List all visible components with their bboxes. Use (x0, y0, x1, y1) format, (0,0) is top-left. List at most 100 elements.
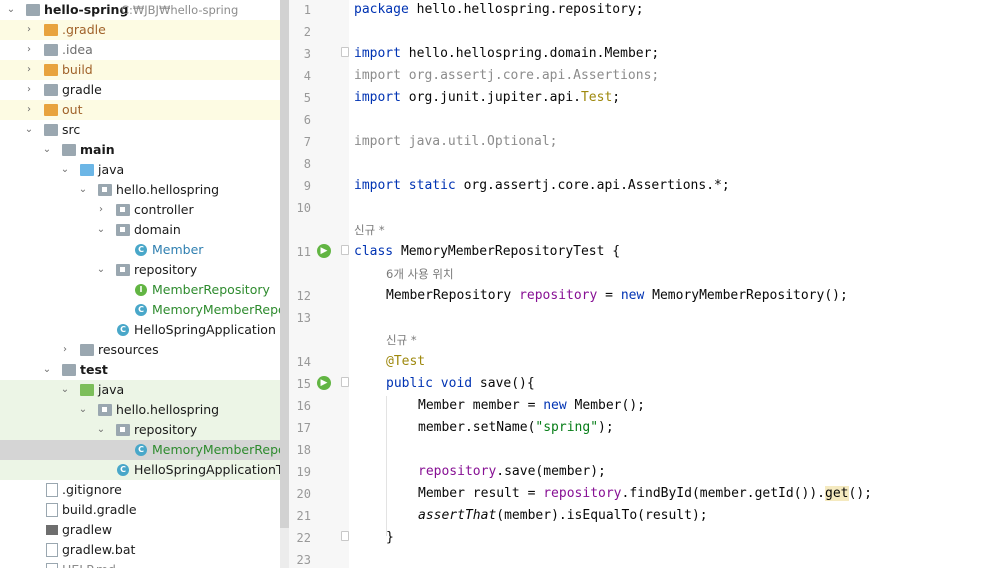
tree-item-main-java[interactable]: ⌄ java (0, 160, 280, 180)
tree-item-memory-member-repository-test[interactable]: C MemoryMemberReposito (0, 440, 280, 460)
code-line-14: @Test (386, 354, 426, 369)
tree-item-src[interactable]: ⌄ src (0, 120, 280, 140)
tree-item-package-test[interactable]: ⌄ hello.hellospring (0, 400, 280, 420)
chevron-down-icon[interactable]: ⌄ (60, 160, 70, 180)
tree-item-gradlew[interactable]: gradlew (0, 520, 280, 540)
chevron-right-icon[interactable]: › (24, 40, 34, 60)
chevron-right-icon[interactable]: › (96, 200, 106, 220)
chevron-down-icon[interactable]: ⌄ (42, 360, 52, 380)
tree-item-label: MemberRepository (152, 282, 270, 297)
line-number: 6 (303, 113, 311, 127)
tree-item-domain[interactable]: ⌄ domain (0, 220, 280, 240)
tree-item-gradle[interactable]: › gradle (0, 80, 280, 100)
run-test-icon[interactable]: ▶ (317, 244, 331, 258)
chevron-down-icon[interactable]: ⌄ (96, 420, 106, 440)
tree-item-test-java[interactable]: ⌄ java (0, 380, 280, 400)
folder-icon (62, 364, 76, 376)
chevron-down-icon[interactable]: ⌄ (60, 380, 70, 400)
tree-item-gradle-dir[interactable]: › .gradle (0, 20, 280, 40)
chevron-down-icon[interactable]: ⌄ (78, 400, 88, 420)
tree-item-build-gradle[interactable]: build.gradle (0, 500, 280, 520)
chevron-right-icon[interactable]: › (60, 340, 70, 360)
code-line-4: import org.assertj.core.api.Assertions; (354, 68, 660, 83)
chevron-down-icon[interactable]: ⌄ (24, 120, 34, 140)
author-inlay-hint[interactable]: 신규 * (354, 219, 385, 241)
fold-marker-icon[interactable] (341, 377, 349, 387)
tree-item-idea[interactable]: › .idea (0, 40, 280, 60)
fold-marker-icon[interactable] (341, 47, 349, 57)
line-number: 21 (296, 509, 311, 523)
tree-item-label: HELP.md (62, 560, 116, 568)
tree-item-help-md[interactable]: HELP.md (0, 560, 280, 568)
chevron-right-icon[interactable]: › (24, 60, 34, 80)
tree-item-member[interactable]: C Member (0, 240, 280, 260)
code-line-12: MemberRepository repository = new Memory… (386, 288, 848, 303)
class-icon: C (135, 244, 147, 256)
tree-item-hello-spring-application-tests[interactable]: C HelloSpringApplicationTests (0, 460, 280, 480)
chevron-right-icon[interactable]: › (24, 100, 34, 120)
line-number: 10 (296, 201, 311, 215)
line-number: 17 (296, 421, 311, 435)
tree-item-memory-member-repository[interactable]: C MemoryMemberReposito (0, 300, 280, 320)
chevron-right-icon[interactable]: › (24, 80, 34, 100)
tree-item-label: .gradle (62, 22, 106, 37)
tree-scrollbar[interactable] (280, 0, 289, 568)
tree-item-label: build (62, 62, 93, 77)
tree-item-test-repository[interactable]: ⌄ repository (0, 420, 280, 440)
fold-marker-icon[interactable] (341, 245, 349, 255)
tree-item-label: java (98, 382, 125, 397)
folder-icon (62, 144, 76, 156)
tree-item-resources[interactable]: › resources (0, 340, 280, 360)
code-line-19: repository.save(member); (418, 464, 606, 479)
fold-marker-icon[interactable] (341, 531, 349, 541)
line-number: 11 (296, 245, 311, 259)
line-number: 16 (296, 399, 311, 413)
tree-item-label: src (62, 122, 81, 137)
code-line-3: import hello.hellospring.domain.Member; (354, 46, 660, 61)
source-folder-icon (80, 164, 94, 176)
line-number: 14 (296, 355, 311, 369)
tree-item-label: out (62, 102, 83, 117)
tree-item-build[interactable]: › build (0, 60, 280, 80)
line-number: 7 (303, 135, 311, 149)
tree-item-label: .idea (62, 42, 93, 57)
tree-item-repository[interactable]: ⌄ repository (0, 260, 280, 280)
package-icon (116, 224, 130, 236)
tree-item-main[interactable]: ⌄ main (0, 140, 280, 160)
code-line-21: assertThat(member).isEqualTo(result); (418, 508, 708, 523)
tree-item-label: hello-spring (44, 2, 129, 17)
tree-item-label: domain (134, 222, 181, 237)
test-class-icon: C (135, 444, 147, 456)
folder-icon (44, 84, 58, 96)
code-line-22: } (386, 530, 394, 545)
tree-item-out[interactable]: › out (0, 100, 280, 120)
code-editor[interactable]: package hello.hellospring.repository; im… (349, 0, 994, 568)
code-line-15: public void save(){ (386, 376, 535, 391)
chevron-down-icon[interactable]: ⌄ (96, 220, 106, 240)
tree-item-controller[interactable]: › controller (0, 200, 280, 220)
chevron-down-icon[interactable]: ⌄ (6, 0, 16, 20)
tree-item-hello-spring[interactable]: ⌄ hello-spring C:₩JBJ₩hello-spring (0, 0, 280, 20)
chevron-right-icon[interactable]: › (24, 20, 34, 40)
tree-item-label: repository (134, 262, 198, 277)
folder-icon (44, 104, 58, 116)
chevron-down-icon[interactable]: ⌄ (96, 260, 106, 280)
tree-item-gradlew-bat[interactable]: gradlew.bat (0, 540, 280, 560)
tree-item-test[interactable]: ⌄ test (0, 360, 280, 380)
folder-icon (44, 64, 58, 76)
tree-item-package-main[interactable]: ⌄ hello.hellospring (0, 180, 280, 200)
usages-inlay-hint[interactable]: 6개 사용 위치 (386, 263, 454, 285)
scrollbar-thumb[interactable] (280, 0, 289, 528)
author-inlay-hint[interactable]: 신규 * (386, 329, 417, 351)
chevron-down-icon[interactable]: ⌄ (78, 180, 88, 200)
tree-item-member-repository[interactable]: I MemberRepository (0, 280, 280, 300)
code-line-9: import static org.assertj.core.api.Asser… (354, 178, 730, 193)
class-icon: C (135, 304, 147, 316)
run-test-icon[interactable]: ▶ (317, 376, 331, 390)
tree-item-label: Member (152, 242, 204, 257)
tree-item-gitignore[interactable]: .gitignore (0, 480, 280, 500)
line-number: 9 (303, 179, 311, 193)
tree-item-hello-spring-application[interactable]: C HelloSpringApplication (0, 320, 280, 340)
tree-item-label: MemoryMemberReposito (152, 302, 280, 317)
chevron-down-icon[interactable]: ⌄ (42, 140, 52, 160)
